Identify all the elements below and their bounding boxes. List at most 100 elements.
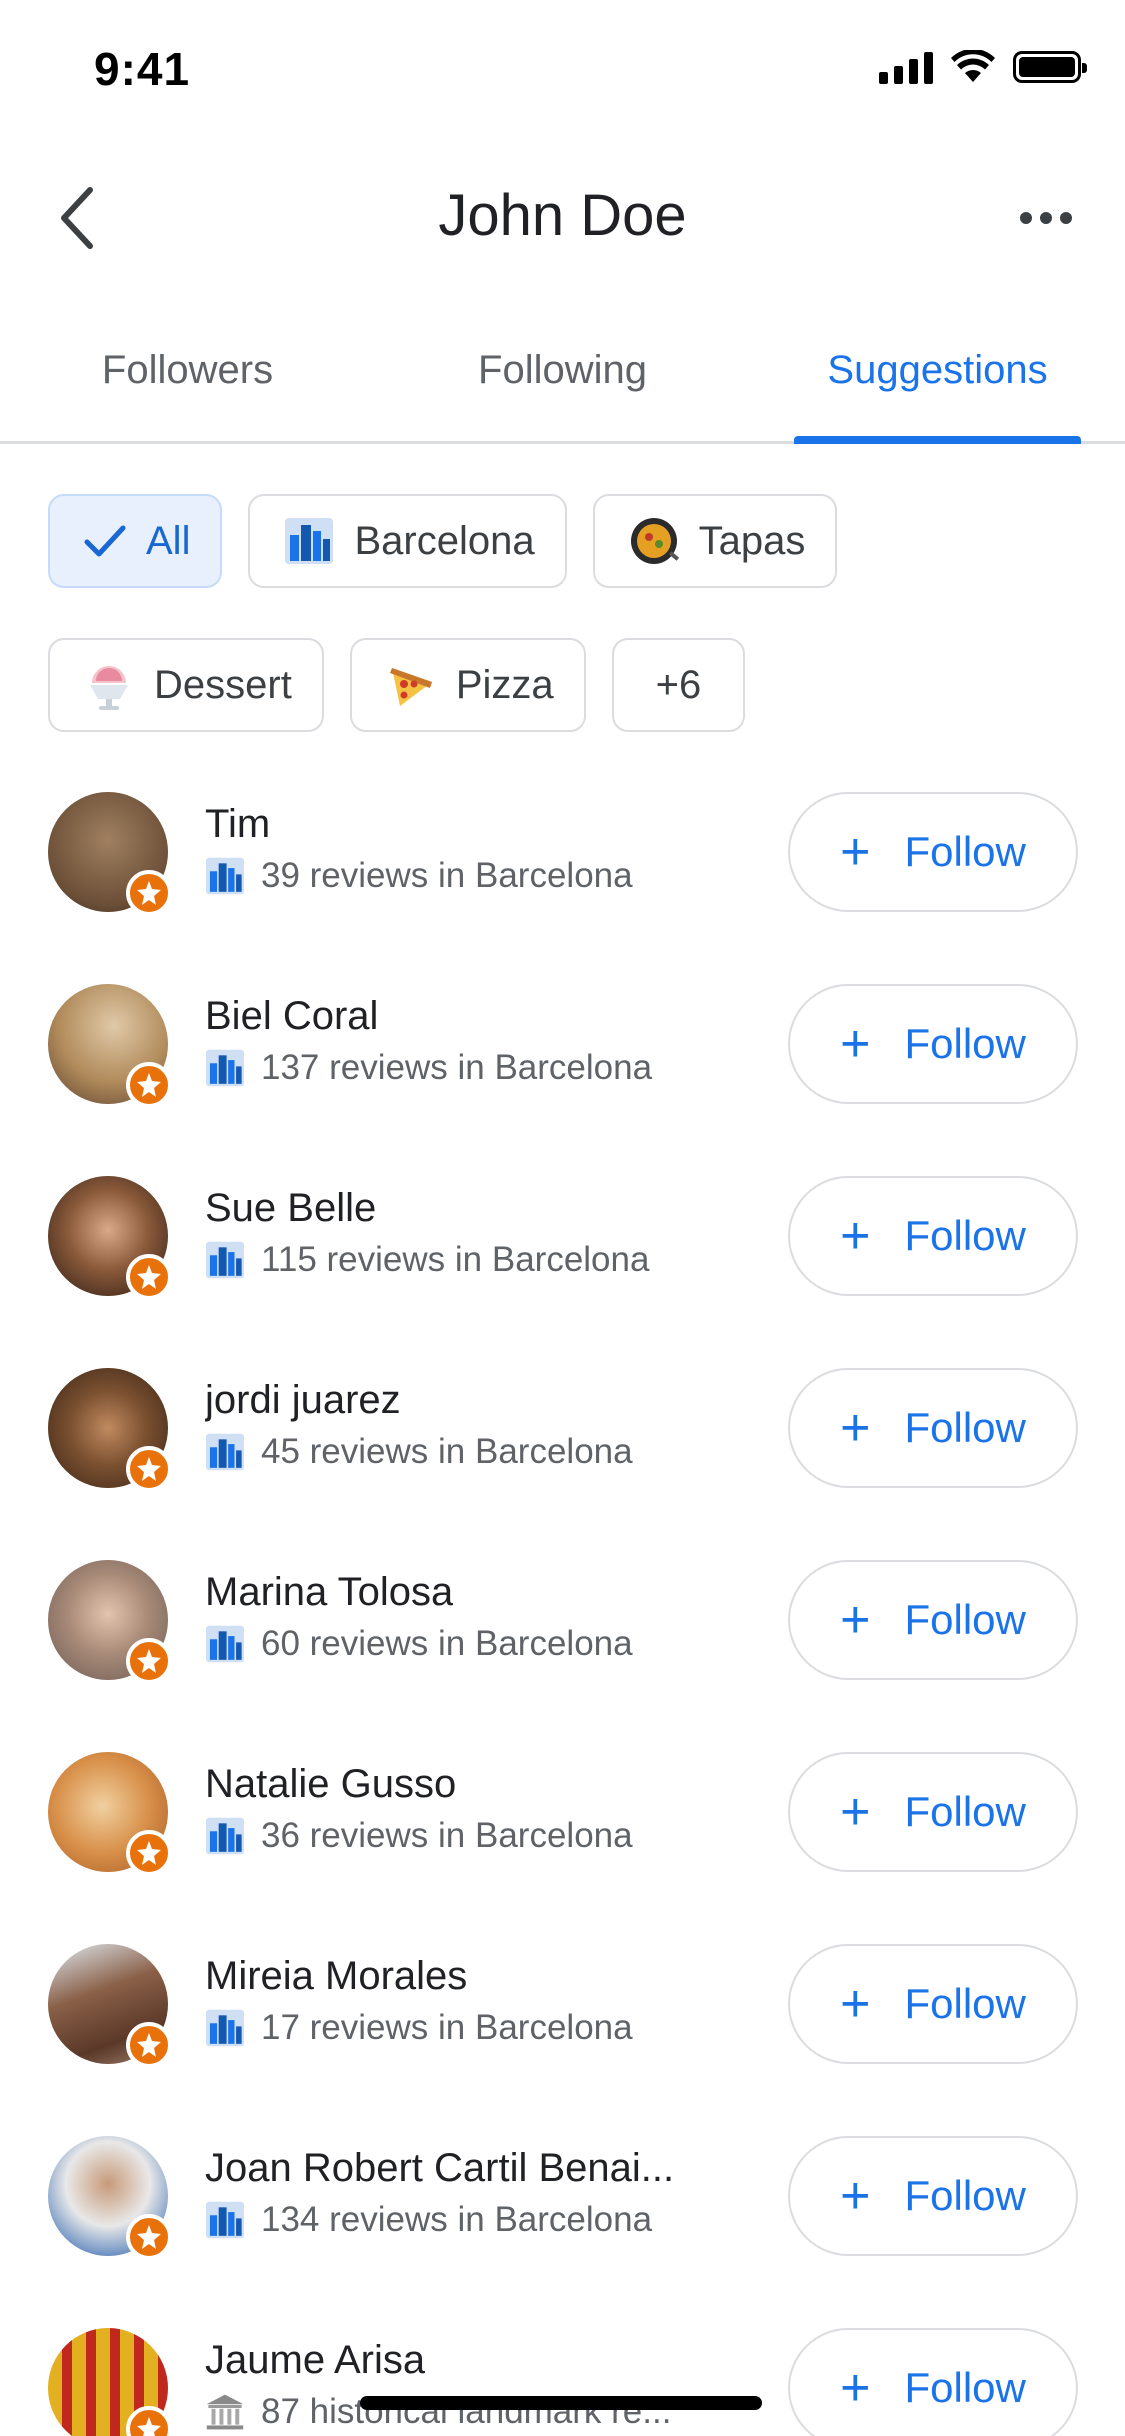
follow-button[interactable]: + Follow xyxy=(788,792,1078,912)
local-guide-star-icon xyxy=(126,1062,172,1108)
follow-label: Follow xyxy=(904,1788,1026,1835)
city-icon xyxy=(206,2201,244,2239)
local-guide-star-icon xyxy=(126,1830,172,1876)
person-review-count: 36 reviews in Barcelona xyxy=(205,1816,633,1856)
avatar[interactable] xyxy=(48,2328,172,2436)
person-name[interactable]: Mireia Morales xyxy=(205,1954,467,1999)
more-options-button[interactable] xyxy=(1011,188,1081,248)
chip-tapas[interactable]: Tapas xyxy=(592,494,838,588)
avatar[interactable] xyxy=(48,1560,172,1684)
review-count-text: 45 reviews in Barcelona xyxy=(261,1432,633,1471)
chip-label: Barcelona xyxy=(354,518,535,563)
avatar[interactable] xyxy=(48,1752,172,1876)
status-bar: 9:41 xyxy=(0,0,1125,132)
person-review-count: 39 reviews in Barcelona xyxy=(205,856,633,896)
avatar[interactable] xyxy=(48,984,172,1108)
person-review-count: 134 reviews in Barcelona xyxy=(205,2200,652,2240)
avatar[interactable] xyxy=(48,1944,172,2068)
avatar[interactable] xyxy=(48,1176,172,1300)
plus-icon: + xyxy=(840,2167,871,2225)
status-icons xyxy=(879,50,1087,84)
follow-button[interactable]: + Follow xyxy=(788,1176,1078,1296)
cellular-signal-icon xyxy=(879,50,933,84)
list-item[interactable]: Natalie Gusso 36 reviews in Barcelona + F… xyxy=(0,1752,1125,1944)
list-item[interactable]: Sue Belle 115 reviews in Barcelona + Foll… xyxy=(0,1176,1125,1368)
follow-button[interactable]: + Follow xyxy=(788,1368,1078,1488)
chip-more[interactable]: +6 xyxy=(611,638,746,732)
list-item[interactable]: Marina Tolosa 60 reviews in Barcelona + F… xyxy=(0,1560,1125,1752)
follow-label: Follow xyxy=(904,1212,1026,1259)
list-item[interactable]: Tim 39 reviews in Barcelona + Follow xyxy=(0,792,1125,984)
follow-button[interactable]: + Follow xyxy=(788,1752,1078,1872)
city-icon xyxy=(206,1625,244,1663)
follow-label: Follow xyxy=(904,1980,1026,2027)
avatar[interactable] xyxy=(48,2136,172,2260)
tab-followers[interactable]: Followers xyxy=(0,330,375,441)
chip-pizza[interactable]: Pizza xyxy=(349,638,586,732)
person-name[interactable]: Marina Tolosa xyxy=(205,1570,453,1615)
review-count-text: 17 reviews in Barcelona xyxy=(261,2008,633,2047)
follow-button[interactable]: + Follow xyxy=(788,1560,1078,1680)
person-review-count: 60 reviews in Barcelona xyxy=(205,1624,633,1664)
check-icon xyxy=(84,524,126,558)
chip-dessert[interactable]: Dessert xyxy=(48,638,324,732)
tab-following[interactable]: Following xyxy=(375,330,750,441)
review-count-text: 39 reviews in Barcelona xyxy=(261,856,633,895)
follow-label: Follow xyxy=(904,828,1026,875)
person-name[interactable]: Tim xyxy=(205,802,270,847)
chip-label: +6 xyxy=(655,662,702,707)
chip-label: Pizza xyxy=(455,662,554,707)
person-name[interactable]: Natalie Gusso xyxy=(205,1762,456,1807)
person-review-count: 45 reviews in Barcelona xyxy=(205,1432,633,1472)
chip-barcelona[interactable]: Barcelona xyxy=(248,494,567,588)
follow-button[interactable]: + Follow xyxy=(788,984,1078,1104)
city-icon xyxy=(206,1433,244,1471)
local-guide-star-icon xyxy=(126,2214,172,2260)
plus-icon: + xyxy=(840,1975,871,2033)
avatar[interactable] xyxy=(48,792,172,916)
review-count-text: 60 reviews in Barcelona xyxy=(261,1624,633,1663)
status-time: 9:41 xyxy=(94,43,191,95)
tab-label: Following xyxy=(478,348,647,392)
local-guide-star-icon xyxy=(126,1638,172,1684)
list-item[interactable]: jordi juarez 45 reviews in Barcelona + Fo… xyxy=(0,1368,1125,1560)
follow-label: Follow xyxy=(904,2364,1026,2411)
list-item[interactable]: Mireia Morales 17 reviews in Barcelona +… xyxy=(0,1944,1125,2136)
person-name[interactable]: Biel Coral xyxy=(205,994,378,1039)
follow-label: Follow xyxy=(904,2172,1026,2219)
tab-label: Followers xyxy=(101,348,274,392)
active-tab-indicator xyxy=(794,436,1081,444)
pizza-icon xyxy=(386,660,436,710)
person-name[interactable]: Joan Robert Cartil Benai... xyxy=(205,2146,674,2191)
wifi-icon xyxy=(951,50,995,82)
person-name[interactable]: Jaume Arisa xyxy=(205,2338,425,2383)
plus-icon: + xyxy=(840,1399,871,1457)
follow-button[interactable]: + Follow xyxy=(788,2328,1078,2436)
person-review-count: 115 reviews in Barcelona xyxy=(205,1240,649,1280)
chip-label: Tapas xyxy=(698,518,806,563)
review-count-text: 134 reviews in Barcelona xyxy=(261,2200,653,2239)
follow-label: Follow xyxy=(904,1020,1026,1067)
plus-icon: + xyxy=(840,1015,871,1073)
review-count-text: 36 reviews in Barcelona xyxy=(261,1816,633,1855)
list-item[interactable]: Joan Robert Cartil Benai... 134 reviews … xyxy=(0,2136,1125,2328)
person-name[interactable]: Sue Belle xyxy=(205,1186,376,1231)
plus-icon: + xyxy=(840,1591,871,1649)
follow-button[interactable]: + Follow xyxy=(788,2136,1078,2256)
shaved-ice-icon xyxy=(84,659,134,711)
chip-all[interactable]: All xyxy=(48,494,223,588)
city-icon xyxy=(284,517,334,565)
review-count-text: 115 reviews in Barcelona xyxy=(261,1240,650,1279)
home-indicator[interactable] xyxy=(360,2396,762,2410)
local-guide-star-icon xyxy=(126,870,172,916)
follow-button[interactable]: + Follow xyxy=(788,1944,1078,2064)
list-item[interactable]: Jaume Arisa 87 historical landmark re...… xyxy=(0,2328,1125,2436)
paella-icon xyxy=(629,516,679,566)
filter-chips: All Barcelona Tapas Dessert Pizza +6 xyxy=(48,494,1088,732)
battery-icon xyxy=(1013,51,1087,83)
local-guide-star-icon xyxy=(126,2022,172,2068)
person-name[interactable]: jordi juarez xyxy=(205,1378,401,1423)
list-item[interactable]: Biel Coral 137 reviews in Barcelona + Fol… xyxy=(0,984,1125,1176)
tab-suggestions[interactable]: Suggestions xyxy=(750,330,1125,444)
avatar[interactable] xyxy=(48,1368,172,1492)
